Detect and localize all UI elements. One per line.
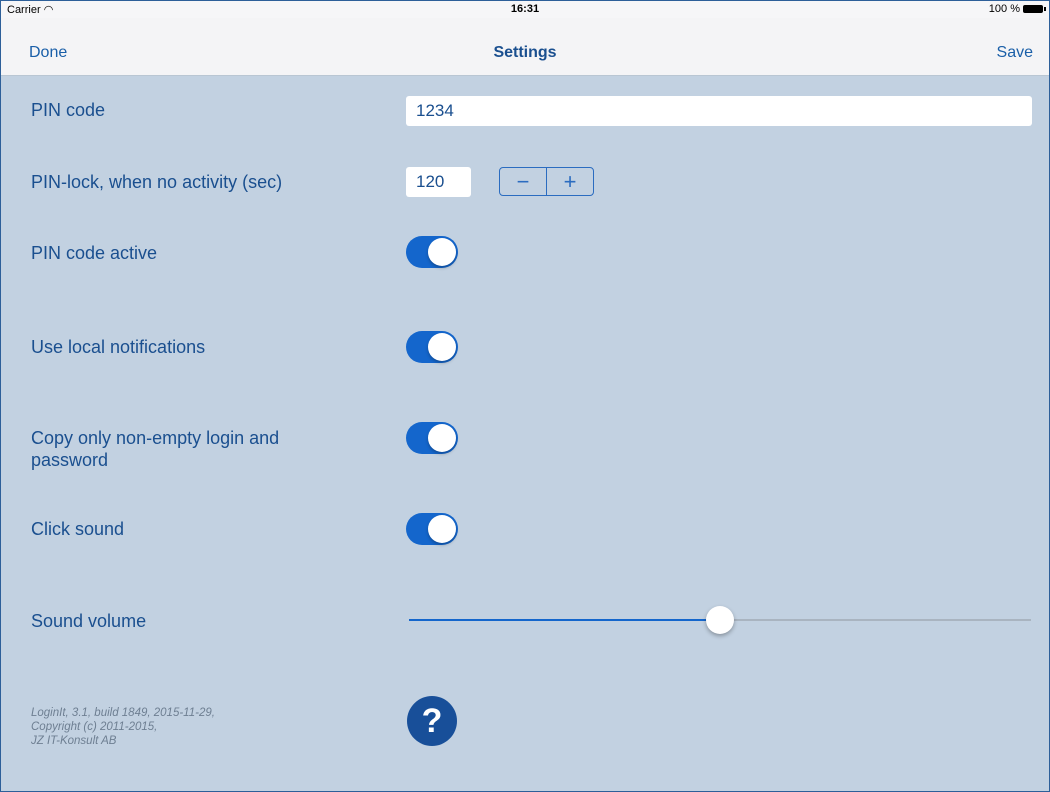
help-icon[interactable]: ?	[407, 696, 457, 746]
pin-lock-label: PIN-lock, when no activity (sec)	[31, 172, 283, 192]
status-bar: Carrier ◠ 16:31 100 %	[1, 1, 1049, 18]
page-title: Settings	[493, 44, 557, 61]
pin-lock-stepper[interactable]: − +	[499, 167, 594, 196]
battery-percent: 100 %	[988, 3, 1020, 15]
pin-code-label: PIN code	[31, 100, 106, 120]
increment-button[interactable]: +	[547, 168, 593, 195]
toggle-knob	[428, 333, 456, 361]
sound-volume-label: Sound volume	[31, 611, 147, 631]
pin-lock-seconds-input[interactable]	[406, 167, 471, 197]
copy-nonempty-label: Copy only non-empty login and password	[31, 428, 280, 470]
save-button[interactable]: Save	[997, 44, 1033, 62]
battery-status: 100 %	[988, 3, 1046, 15]
status-time: 16:31	[510, 3, 540, 15]
pin-code-input[interactable]	[406, 96, 1032, 126]
click-sound-label: Click sound	[31, 519, 125, 539]
local-notifications-label: Use local notifications	[31, 337, 206, 357]
local-notifications-toggle[interactable]	[406, 331, 458, 363]
pin-code-active-label: PIN code active	[31, 243, 158, 263]
copy-nonempty-toggle[interactable]	[406, 422, 458, 454]
decrement-button[interactable]: −	[500, 168, 546, 195]
toggle-knob	[428, 424, 456, 452]
pin-code-active-toggle[interactable]	[406, 236, 458, 268]
slider-thumb[interactable]	[706, 606, 734, 634]
toggle-knob	[428, 515, 456, 543]
sound-volume-slider[interactable]	[409, 606, 1031, 634]
navigation-bar: Done Settings Save	[1, 18, 1049, 76]
click-sound-toggle[interactable]	[406, 513, 458, 545]
slider-fill	[409, 619, 720, 621]
battery-icon	[1023, 5, 1046, 13]
version-info: LoginIt, 3.1, build 1849, 2015-11-29, Co…	[31, 707, 215, 747]
toggle-knob	[428, 238, 456, 266]
